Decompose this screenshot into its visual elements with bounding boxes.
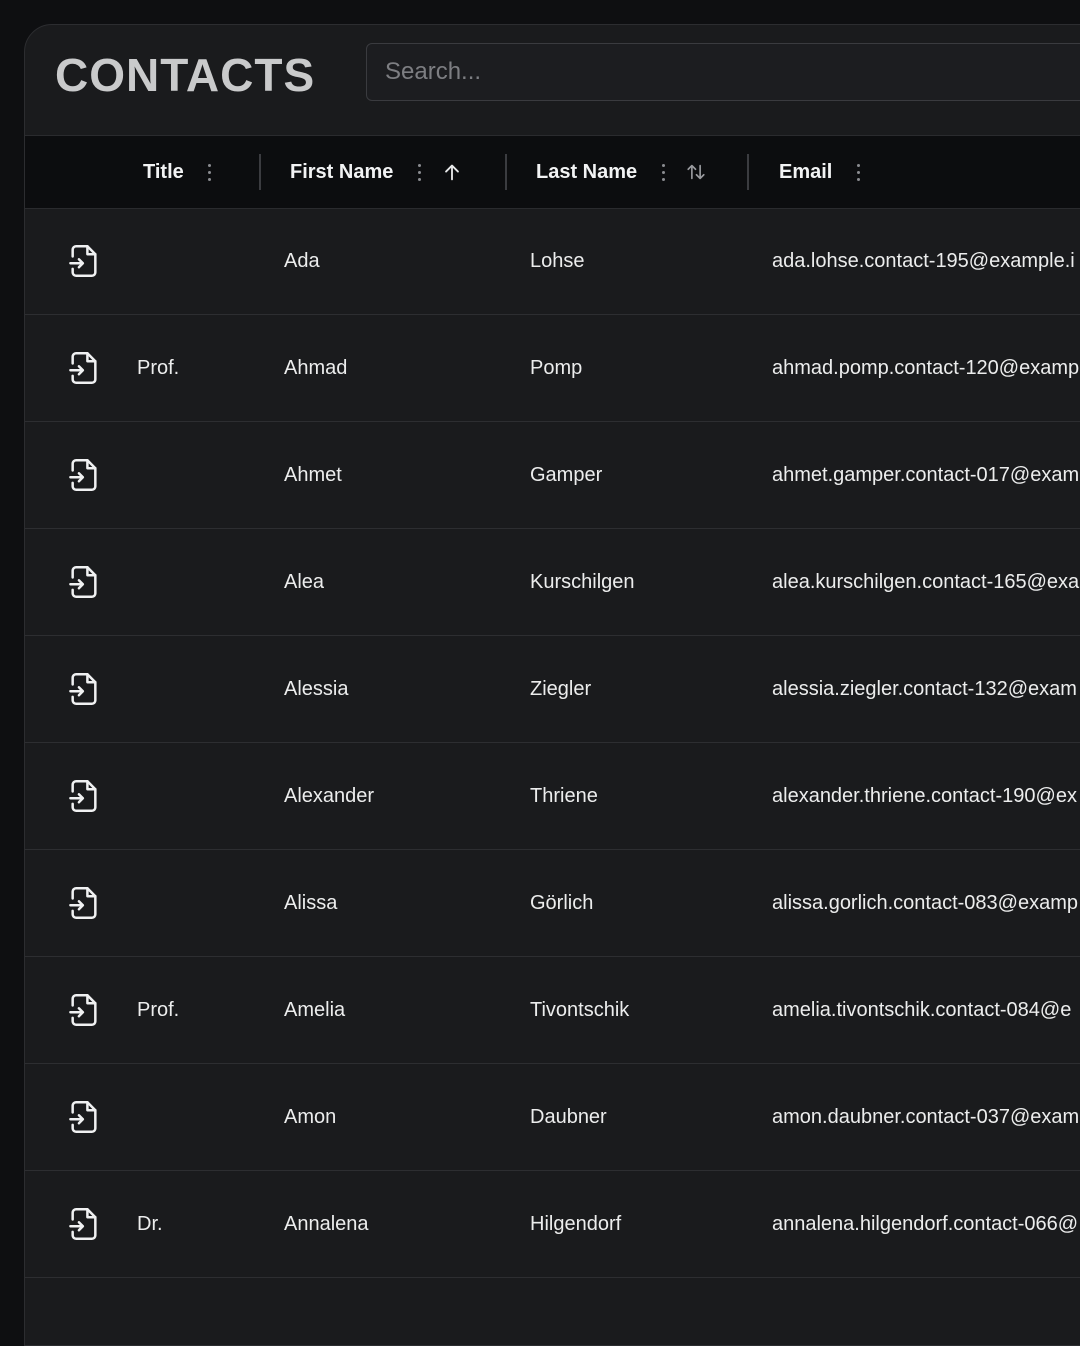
file-import-icon[interactable] <box>69 565 99 599</box>
column-header-last-name[interactable]: Last Name <box>536 136 707 208</box>
cell-last-name: Daubner <box>530 1105 607 1128</box>
cell-title: Dr. <box>137 1212 163 1235</box>
cell-first-name: Ada <box>284 249 320 272</box>
file-import-icon[interactable] <box>69 1207 99 1241</box>
cell-email: alessia.ziegler.contact-132@exam <box>772 677 1077 700</box>
file-import-icon[interactable] <box>69 779 99 813</box>
cell-first-name: Amelia <box>284 998 346 1021</box>
cell-last-name: Kurschilgen <box>530 570 635 593</box>
file-import-icon[interactable] <box>69 1100 99 1134</box>
column-resize-handle[interactable] <box>747 154 749 190</box>
cell-email: amon.daubner.contact-037@exam <box>772 1105 1080 1128</box>
table-row[interactable]: Alea Kurschilgen alea.kurschilgen.contac… <box>25 529 1080 636</box>
arrow-up-icon[interactable] <box>441 161 463 183</box>
cell-last-name: Hilgendorf <box>530 1212 622 1235</box>
cell-last-name: Gamper <box>530 463 603 486</box>
cell-last-name: Tivontschik <box>530 998 630 1021</box>
cell-last-name: Pomp <box>530 356 583 379</box>
cell-last-name: Lohse <box>530 249 585 272</box>
file-import-icon[interactable] <box>69 351 99 385</box>
file-import-icon[interactable] <box>69 458 99 492</box>
more-vertical-icon[interactable] <box>854 163 862 181</box>
table-row[interactable]: Alexander Thriene alexander.thriene.cont… <box>25 743 1080 850</box>
cell-last-name: Ziegler <box>530 677 592 700</box>
contacts-panel: CONTACTS Title First Name Last Name <box>24 24 1080 1346</box>
table-row[interactable]: Prof. Ahmad Pomp ahmad.pomp.contact-120@… <box>25 315 1080 422</box>
column-header-title[interactable]: Title <box>143 136 214 208</box>
column-header-email[interactable]: Email <box>779 136 862 208</box>
arrow-up-down-icon[interactable] <box>685 161 707 183</box>
table-row[interactable]: Dr. Annalena Hilgendorf annalena.hilgend… <box>25 1171 1080 1278</box>
cell-email: alea.kurschilgen.contact-165@exa <box>772 570 1080 593</box>
cell-first-name: Alea <box>284 570 325 593</box>
cell-email: amelia.tivontschik.contact-084@e <box>772 998 1072 1021</box>
column-header-label: Last Name <box>536 160 638 183</box>
cell-email: ahmad.pomp.contact-120@examp <box>772 356 1080 379</box>
cell-email: annalena.hilgendorf.contact-066@ <box>772 1212 1079 1235</box>
cell-email: alexander.thriene.contact-190@ex <box>772 784 1077 807</box>
cell-first-name: Amon <box>284 1105 337 1128</box>
file-import-icon[interactable] <box>69 993 99 1027</box>
table-row[interactable]: Prof. Amelia Tivontschik amelia.tivontsc… <box>25 957 1080 1064</box>
table-body: Ada Lohse ada.lohse.contact-195@example.… <box>25 208 1080 1278</box>
cell-first-name: Alissa <box>284 891 338 914</box>
top-bar: CONTACTS <box>25 25 1080 135</box>
table-row[interactable]: Alissa Görlich alissa.gorlich.contact-08… <box>25 850 1080 957</box>
search-input[interactable] <box>366 43 1080 101</box>
file-import-icon[interactable] <box>69 244 99 278</box>
cell-last-name: Görlich <box>530 891 594 914</box>
table-row[interactable]: Alessia Ziegler alessia.ziegler.contact-… <box>25 636 1080 743</box>
cell-first-name: Annalena <box>284 1212 369 1235</box>
more-vertical-icon[interactable] <box>206 163 214 181</box>
cell-last-name: Thriene <box>530 784 598 807</box>
column-resize-handle[interactable] <box>505 154 507 190</box>
column-header-label: Title <box>143 160 184 183</box>
column-header-label: Email <box>779 160 833 183</box>
more-vertical-icon[interactable] <box>415 163 423 181</box>
column-resize-handle[interactable] <box>259 154 261 190</box>
cell-first-name: Alexander <box>284 784 375 807</box>
table-row[interactable]: Ahmet Gamper ahmet.gamper.contact-017@ex… <box>25 422 1080 529</box>
page-title: CONTACTS <box>55 49 316 101</box>
cell-email: alissa.gorlich.contact-083@examp <box>772 891 1079 914</box>
cell-first-name: Ahmet <box>284 463 342 486</box>
table-row[interactable]: Ada Lohse ada.lohse.contact-195@example.… <box>25 208 1080 315</box>
cell-first-name: Ahmad <box>284 356 348 379</box>
cell-first-name: Alessia <box>284 677 349 700</box>
cell-email: ahmet.gamper.contact-017@exam <box>772 463 1080 486</box>
cell-title: Prof. <box>137 998 180 1021</box>
column-header-first-name[interactable]: First Name <box>290 136 463 208</box>
more-vertical-icon[interactable] <box>659 163 667 181</box>
cell-email: ada.lohse.contact-195@example.i <box>772 249 1075 272</box>
file-import-icon[interactable] <box>69 672 99 706</box>
table-header: Title First Name Last Name Email <box>25 135 1080 209</box>
cell-title: Prof. <box>137 356 180 379</box>
table-row[interactable]: Amon Daubner amon.daubner.contact-037@ex… <box>25 1064 1080 1171</box>
column-header-label: First Name <box>290 160 394 183</box>
file-import-icon[interactable] <box>69 886 99 920</box>
